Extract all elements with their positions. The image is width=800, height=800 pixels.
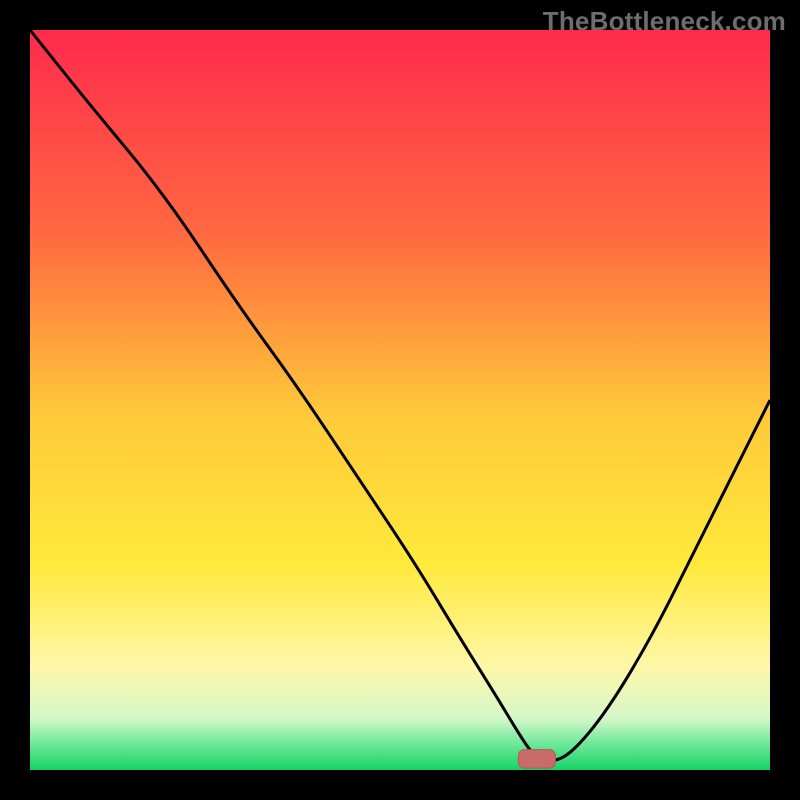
optimal-marker bbox=[518, 750, 555, 769]
bottleneck-chart bbox=[30, 30, 770, 770]
outer-frame: TheBottleneck.com bbox=[0, 0, 800, 800]
gradient-background bbox=[30, 30, 770, 770]
